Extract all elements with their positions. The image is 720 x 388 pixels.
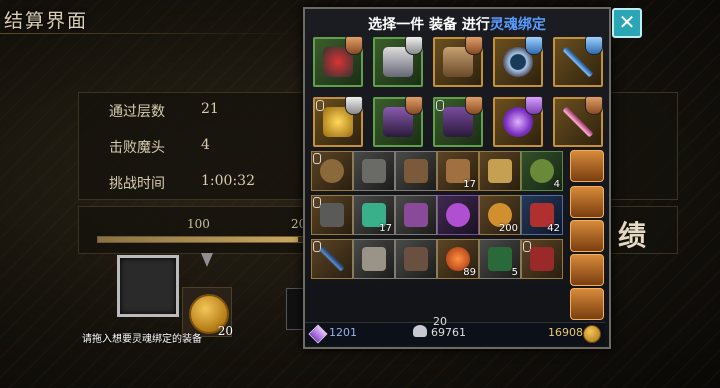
stat-label: 挑战时间: [109, 176, 165, 192]
item-count: 17: [463, 179, 476, 190]
coin-count: 20: [217, 324, 233, 338]
inventory-slot[interactable]: [311, 239, 353, 279]
close-button[interactable]: ✕: [612, 8, 642, 38]
gem-count: 1201: [329, 326, 357, 339]
purple-shield-icon: [525, 96, 543, 115]
chest-icon[interactable]: [570, 254, 604, 286]
popup-title: 选择一件 装备 进行灵魂绑定: [305, 14, 609, 34]
grade-text: 绩: [618, 219, 647, 252]
silver-shield-icon: [345, 96, 363, 115]
chest-icon[interactable]: [570, 150, 604, 182]
equipment-slot[interactable]: [553, 96, 603, 147]
bronze-shield-icon: [585, 96, 603, 115]
inventory-slot[interactable]: 4: [521, 151, 563, 191]
progress-fill: [98, 237, 298, 242]
equipment-slot[interactable]: [433, 96, 483, 147]
title-divider: [0, 33, 300, 34]
popup-title-text: 选择一件 装备 进行: [368, 17, 490, 33]
inventory-slot[interactable]: 200: [479, 195, 521, 235]
herb-icon: [488, 247, 512, 271]
popup-title-highlight: 灵魂绑定: [489, 17, 546, 33]
silver-shield-icon: [405, 36, 423, 55]
equipment-slot[interactable]: [493, 36, 543, 87]
equipment-slot[interactable]: [373, 36, 423, 87]
glove-icon: [320, 203, 344, 227]
equipment-slot[interactable]: [493, 96, 543, 147]
inventory-slot[interactable]: 89: [437, 239, 479, 279]
fist-glove-icon: [404, 247, 428, 271]
inventory-slot[interactable]: [437, 195, 479, 235]
inventory-slot[interactable]: [311, 151, 353, 191]
inventory-slot[interactable]: 5: [479, 239, 521, 279]
helmet-currency-icon: [413, 325, 427, 337]
item-count: 200: [498, 223, 518, 234]
equipment-slot[interactable]: [373, 96, 423, 147]
currency-bar: 1201 20 69761 16908: [305, 315, 605, 345]
chain-icon: [313, 153, 321, 164]
bronze-shield-icon: [405, 96, 423, 115]
stat-value: 4: [201, 137, 210, 153]
inventory-slot[interactable]: 17: [437, 151, 479, 191]
arrow-down-icon: [201, 253, 213, 267]
item-count: 5: [511, 267, 518, 278]
progress-bar: [97, 236, 309, 243]
blue-shield-icon: [585, 36, 603, 55]
inventory-slot[interactable]: [395, 239, 437, 279]
scroll-icon: [488, 159, 512, 183]
inventory-slot[interactable]: [479, 151, 521, 191]
progress-label: 100: [187, 217, 210, 231]
bronze-shield-icon: [465, 96, 483, 115]
equipment-slot[interactable]: [553, 36, 603, 87]
amulet-icon: [404, 203, 428, 227]
gauntlet-icon: [362, 159, 386, 183]
inventory-slot[interactable]: [353, 151, 395, 191]
pants-icon: [362, 247, 386, 271]
stat-label: 通过层数: [109, 104, 165, 120]
equipment-slot[interactable]: [313, 36, 363, 87]
item-count: 17: [379, 223, 392, 234]
side-slot: [286, 288, 304, 330]
inventory-slot[interactable]: 17: [353, 195, 395, 235]
backpack-icon: [404, 159, 428, 183]
blue-spear-icon: [320, 247, 344, 271]
belt-icon: [320, 159, 344, 183]
page-title: 结算界面: [4, 10, 89, 32]
soulbind-drop-slot[interactable]: [117, 255, 179, 317]
drag-hint: 请拖入想要灵魂绑定的装备: [82, 334, 202, 345]
stat-label: 击败魔头: [109, 140, 165, 156]
inventory-slot[interactable]: [395, 151, 437, 191]
chest-icon[interactable]: [570, 186, 604, 218]
bronze-shield-icon: [345, 36, 363, 55]
chest-icon[interactable]: [570, 288, 604, 320]
item-count: 4: [553, 179, 560, 190]
inventory-slot[interactable]: [521, 239, 563, 279]
item-count: 89: [463, 267, 476, 278]
equipment-slot[interactable]: [313, 96, 363, 147]
blue-shield-icon: [525, 36, 543, 55]
inventory-slot[interactable]: 42: [521, 195, 563, 235]
item-count: 42: [547, 223, 560, 234]
soulbind-select-popup: 选择一件 装备 进行灵魂绑定 17 4 17 200 42 89 5: [303, 7, 611, 349]
inventory-slot[interactable]: [311, 195, 353, 235]
helmet-value: 69761: [431, 326, 466, 339]
emblem-icon: [530, 159, 554, 183]
bronze-shield-icon: [465, 36, 483, 55]
inventory-slot[interactable]: [395, 195, 437, 235]
red-robe-icon: [530, 247, 554, 271]
chest-icon[interactable]: [570, 220, 604, 252]
gold-count: 16908: [548, 326, 583, 339]
stat-value: 1:00:32: [201, 173, 255, 189]
potion-icon: [446, 203, 470, 227]
gem-icon: [308, 324, 328, 344]
equipment-slot[interactable]: [433, 36, 483, 87]
gold-coin-icon: [583, 325, 601, 343]
inventory-slot[interactable]: [353, 239, 395, 279]
stat-value: 21: [201, 101, 219, 117]
